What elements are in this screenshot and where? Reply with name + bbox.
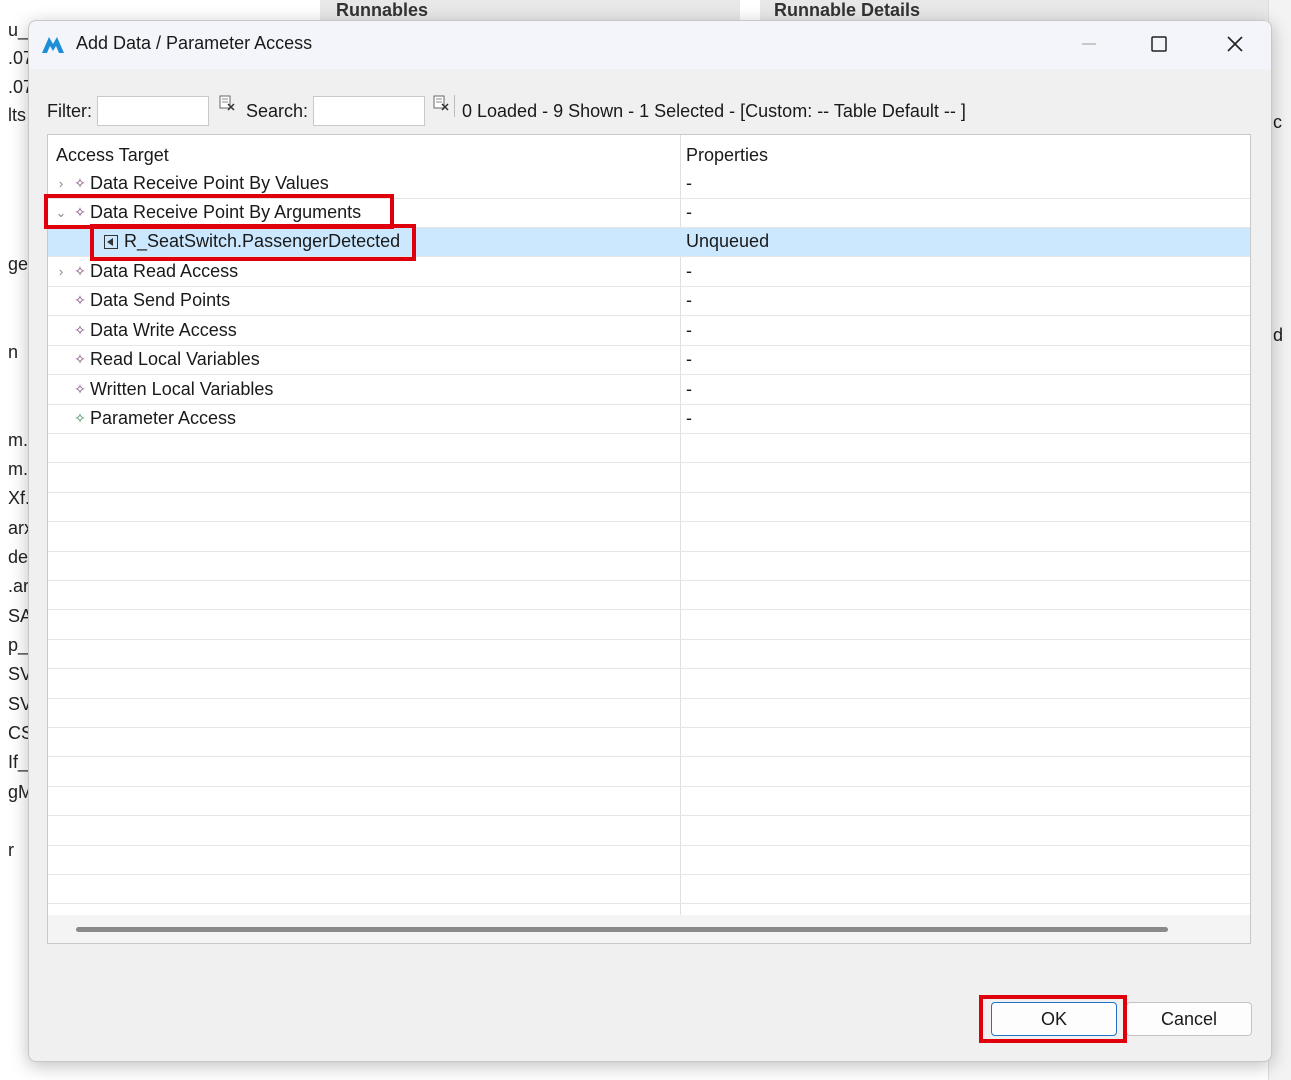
bg-left-fragment: p_ <box>8 635 29 655</box>
access-target-table: Access Target Properties › ✧ Data Receive … <box>47 134 1251 944</box>
empty-row <box>48 758 1250 787</box>
table-row[interactable]: ✧ Parameter Access - <box>48 405 1250 434</box>
status-text: 0 Loaded - 9 Shown - 1 Selected - [Custo… <box>462 101 966 121</box>
search-label: Search: <box>246 101 309 121</box>
row-label: Data Send Points <box>90 290 231 310</box>
column-header-access-target[interactable]: Access Target <box>56 145 169 166</box>
table-row[interactable]: › ✧ Data Receive Point By Values - <box>48 170 1250 199</box>
empty-row <box>48 464 1250 493</box>
bg-left-fragment: de <box>8 547 29 567</box>
row-label: Data Receive Point By Arguments <box>90 202 362 222</box>
bg-right-fragment: c <box>1273 112 1282 132</box>
filter-input[interactable] <box>97 96 209 126</box>
row-property: - <box>686 349 692 369</box>
row-label: Data Write Access <box>90 320 237 340</box>
clear-search-icon[interactable] <box>433 95 449 111</box>
empty-row <box>48 581 1250 610</box>
empty-row <box>48 875 1250 904</box>
toolbar-separator <box>454 95 455 117</box>
search-input[interactable] <box>313 96 425 126</box>
empty-row <box>48 434 1250 463</box>
row-property: - <box>686 202 692 222</box>
chevron-right-icon[interactable]: › <box>52 264 70 279</box>
runnables-panel-header: Runnables <box>320 0 740 20</box>
dialog-titlebar[interactable]: Add Data / Parameter Access <box>29 21 1271 69</box>
data-access-icon: ✧ <box>74 263 86 279</box>
row-label: Data Receive Point By Values <box>90 173 329 193</box>
empty-row <box>48 611 1250 640</box>
empty-row <box>48 552 1250 581</box>
column-header-properties[interactable]: Properties <box>686 145 768 166</box>
empty-row <box>48 493 1250 522</box>
row-property: - <box>686 261 692 281</box>
add-data-parameter-access-dialog: Add Data / Parameter Access Filter: Sear… <box>28 20 1272 1062</box>
chevron-right-icon[interactable]: › <box>52 176 70 191</box>
table-row[interactable]: ✧ Read Local Variables - <box>48 346 1250 375</box>
row-property: Unqueued <box>686 231 770 251</box>
empty-row <box>48 670 1250 699</box>
receiver-port-icon <box>104 234 118 249</box>
runnable-details-panel-header: Runnable Details <box>760 0 1268 20</box>
empty-row <box>48 728 1250 757</box>
data-access-icon: ✧ <box>74 204 86 220</box>
table-row[interactable]: ✧ Data Send Points - <box>48 287 1250 316</box>
ok-button[interactable]: OK <box>991 1002 1117 1036</box>
row-label: Data Read Access <box>90 261 239 281</box>
data-access-icon: ✧ <box>74 381 86 397</box>
table-row[interactable]: ✧ Data Write Access - <box>48 317 1250 346</box>
parameter-access-icon: ✧ <box>74 410 86 426</box>
table-row-selected[interactable]: R_SeatSwitch.PassengerDetected Unqueued <box>48 228 1250 257</box>
row-label: R_SeatSwitch.PassengerDetected <box>124 231 401 251</box>
bg-right-fragment: d <box>1273 325 1284 345</box>
data-access-icon: ✧ <box>74 175 86 191</box>
horizontal-scrollbar-thumb[interactable] <box>76 927 1168 932</box>
bg-left-fragment: lts <box>8 105 26 125</box>
bg-left-fragment: .ar <box>8 576 30 596</box>
close-icon[interactable] <box>1199 21 1271 67</box>
row-label: Parameter Access <box>90 408 237 428</box>
row-property: - <box>686 320 692 340</box>
empty-row <box>48 817 1250 846</box>
table-row[interactable]: › ✧ Data Read Access - <box>48 258 1250 287</box>
row-label: Written Local Variables <box>90 379 274 399</box>
row-property: - <box>686 379 692 399</box>
maximize-icon[interactable] <box>1123 21 1195 67</box>
data-access-icon: ✧ <box>74 322 86 338</box>
row-property: - <box>686 408 692 428</box>
clear-filter-icon[interactable] <box>219 95 235 111</box>
cancel-button[interactable]: Cancel <box>1126 1002 1252 1036</box>
row-property: - <box>686 290 692 310</box>
bg-left-fragment: Xf. <box>8 488 31 508</box>
table-row[interactable]: ⌄ ✧ Data Receive Point By Arguments - <box>48 199 1250 228</box>
row-label: Read Local Variables <box>90 349 260 369</box>
bg-left-fragment: r <box>8 840 14 860</box>
empty-row <box>48 640 1250 669</box>
table-row[interactable]: ✧ Written Local Variables - <box>48 376 1250 405</box>
bg-left-fragment: ge <box>8 254 29 274</box>
app-logo-icon <box>41 33 65 55</box>
bg-left-fragment: If_ <box>8 752 29 772</box>
chevron-down-icon[interactable]: ⌄ <box>52 205 70 221</box>
empty-row <box>48 787 1250 816</box>
filter-label: Filter: <box>47 101 92 121</box>
empty-row <box>48 523 1250 552</box>
bg-left-fragment: n <box>8 342 19 362</box>
data-access-icon: ✧ <box>74 292 86 308</box>
bg-left-fragment: u_ <box>8 20 29 40</box>
empty-row <box>48 846 1250 875</box>
row-property: - <box>686 173 692 193</box>
data-access-icon: ✧ <box>74 351 86 367</box>
empty-row <box>48 699 1250 728</box>
minimize-icon[interactable] <box>1053 21 1125 67</box>
dialog-title: Add Data / Parameter Access <box>76 33 313 53</box>
